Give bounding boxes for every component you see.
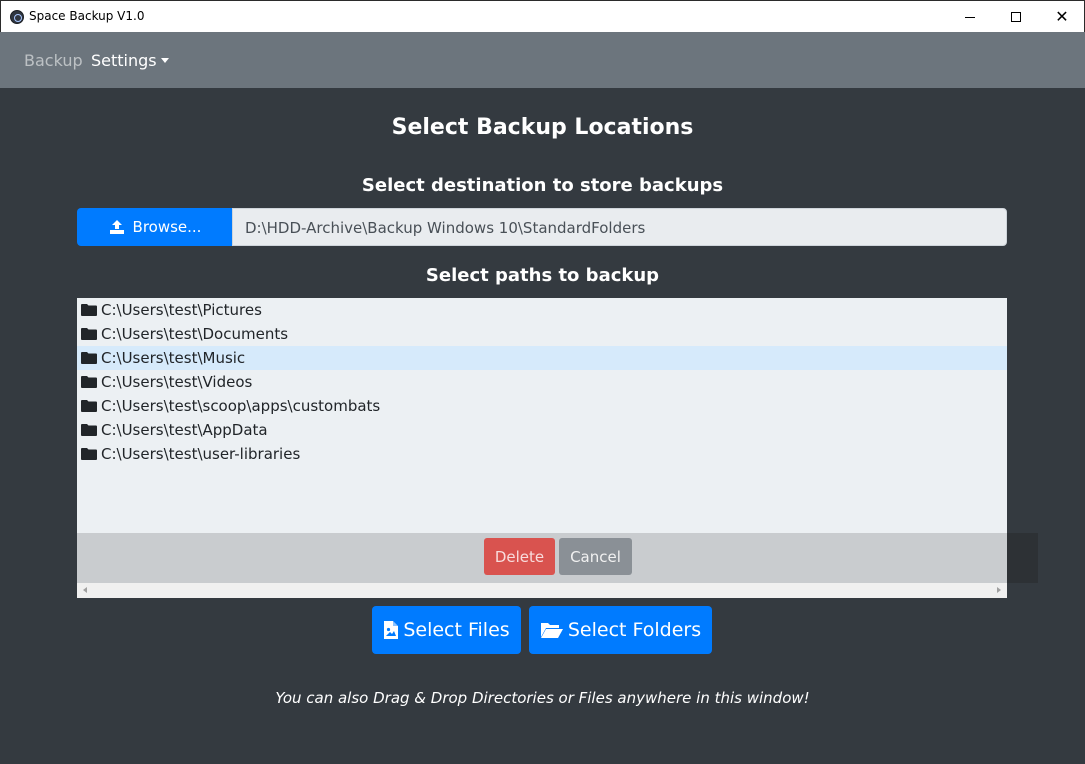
list-item-label: C:\Users\test\Pictures (101, 301, 262, 319)
list-item-label: C:\Users\test\scoop\apps\custombats (101, 397, 381, 415)
nav-settings-label: Settings (91, 51, 157, 70)
nav-backup-link[interactable]: Backup (24, 51, 83, 70)
file-image-icon (384, 621, 399, 639)
list-item[interactable]: C:\Users\test\scoop\apps\custombats (77, 394, 1007, 418)
scroll-left-icon[interactable] (83, 587, 87, 593)
minimize-icon (965, 16, 975, 18)
app-icon (10, 10, 24, 24)
select-files-button[interactable]: Select Files (372, 606, 521, 654)
list-item[interactable]: C:\Users\test\user-libraries (77, 442, 1007, 466)
nav-settings-dropdown[interactable]: Settings (91, 51, 169, 70)
folder-icon (81, 424, 97, 436)
list-item[interactable]: C:\Users\test\AppData (77, 418, 1007, 442)
select-folders-button[interactable]: Select Folders (529, 606, 712, 654)
select-folders-label: Select Folders (567, 619, 702, 641)
horizontal-scrollbar[interactable] (77, 583, 1007, 598)
cancel-button[interactable]: Cancel (559, 538, 632, 575)
navbar: Backup Settings (0, 32, 1085, 88)
scroll-right-icon[interactable] (997, 587, 1001, 593)
action-bar-shadow (1007, 533, 1038, 583)
list-item-label: C:\Users\test\Music (101, 349, 246, 367)
list-item[interactable]: C:\Users\test\Videos (77, 370, 1007, 394)
maximize-icon (1011, 12, 1021, 22)
list-item[interactable]: C:\Users\test\Music (77, 346, 1007, 370)
list-item-label: C:\Users\test\user-libraries (101, 445, 301, 463)
browse-button[interactable]: Browse... (77, 208, 233, 246)
browse-button-label: Browse... (132, 218, 202, 236)
drag-drop-hint: You can also Drag & Drop Directories or … (275, 689, 810, 707)
list-item[interactable]: C:\Users\test\Documents (77, 322, 1007, 346)
list-item[interactable]: C:\Users\test\Pictures (77, 298, 1007, 322)
caret-down-icon (160, 58, 169, 63)
destination-path-field[interactable]: D:\HDD-Archive\Backup Windows 10\Standar… (232, 208, 1007, 246)
paths-heading: Select paths to backup (425, 265, 660, 286)
delete-button[interactable]: Delete (484, 538, 555, 575)
list-item-label: C:\Users\test\Documents (101, 325, 289, 343)
minimize-button[interactable] (947, 1, 993, 33)
folder-icon (81, 400, 97, 412)
page-title: Select Backup Locations (391, 115, 694, 140)
folder-icon (81, 304, 97, 316)
list-item-label: C:\Users\test\AppData (101, 421, 268, 439)
title-bar: Space Backup V1.0 ✕ (0, 0, 1085, 32)
folder-icon (81, 328, 97, 340)
maximize-button[interactable] (993, 1, 1039, 33)
window-title: Space Backup V1.0 (29, 9, 145, 23)
folder-icon (81, 376, 97, 388)
folder-open-icon (540, 623, 563, 638)
close-button[interactable]: ✕ (1039, 1, 1085, 33)
folder-icon (81, 448, 97, 460)
upload-icon (109, 220, 124, 234)
close-icon: ✕ (1055, 7, 1069, 26)
folder-icon (81, 352, 97, 364)
list-item-label: C:\Users\test\Videos (101, 373, 253, 391)
select-files-label: Select Files (403, 619, 510, 641)
destination-heading: Select destination to store backups (361, 175, 724, 196)
